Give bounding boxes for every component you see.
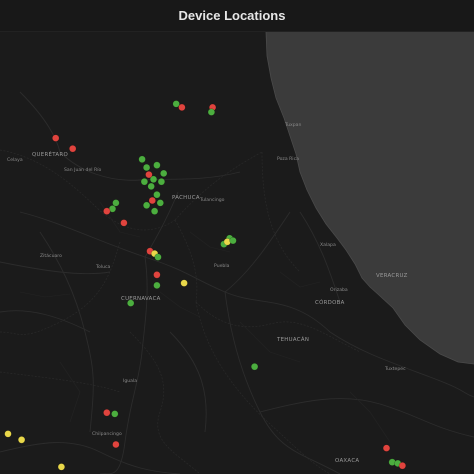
device-marker-green[interactable] [160, 169, 168, 178]
place-label: Xalapa [320, 242, 336, 248]
device-marker-green[interactable] [153, 191, 161, 199]
device-marker-green[interactable] [142, 201, 151, 209]
map-view[interactable]: QUERÉTARO Celaya San Juan del Río PACHUC… [0, 32, 474, 474]
device-marker-red[interactable] [103, 207, 111, 215]
device-marker-yellow[interactable] [17, 436, 26, 444]
place-label: Chilpancingo [92, 431, 122, 437]
device-marker-green[interactable] [112, 199, 120, 207]
device-marker-yellow[interactable] [57, 463, 66, 471]
place-label: OAXACA [335, 458, 359, 464]
device-marker-green[interactable] [154, 253, 162, 261]
device-marker-green[interactable] [153, 161, 161, 169]
place-label: Orizaba [330, 287, 348, 293]
device-marker-green[interactable] [142, 163, 151, 172]
place-label: Celaya [7, 157, 23, 163]
device-marker-red[interactable] [382, 444, 391, 452]
place-label: Tuxpan [284, 122, 301, 128]
device-marker-red[interactable] [69, 145, 77, 153]
device-marker-green[interactable] [140, 178, 149, 186]
device-marker-green[interactable] [111, 410, 119, 418]
device-marker-green[interactable] [127, 299, 135, 307]
device-marker-red[interactable] [398, 462, 407, 470]
place-label: Zitácuaro [40, 252, 62, 259]
device-marker-red[interactable] [178, 103, 186, 112]
place-label: QUERÉTARO [32, 150, 68, 158]
panel-header[interactable]: Device Locations [0, 0, 474, 32]
device-marker-red[interactable] [103, 409, 111, 417]
place-label: Iguala [123, 378, 137, 384]
place-label: Tuxtepec [384, 366, 406, 372]
device-marker-green[interactable] [150, 207, 159, 215]
device-marker-green[interactable] [153, 281, 161, 290]
device-marker-red[interactable] [153, 271, 161, 279]
device-marker-green[interactable] [138, 155, 146, 163]
place-label: CUERNAVACA [121, 296, 161, 302]
device-marker-yellow[interactable] [4, 430, 12, 438]
device-marker-red[interactable] [52, 134, 60, 142]
device-marker-green[interactable] [157, 178, 166, 186]
device-marker-green[interactable] [156, 199, 164, 207]
device-marker-red[interactable] [112, 440, 120, 449]
place-label: PACHUCA [172, 195, 200, 201]
panel-title: Device Locations [178, 8, 286, 23]
place-label: Poza Rica [277, 156, 299, 162]
device-marker-yellow[interactable] [180, 279, 188, 287]
device-marker-green[interactable] [229, 236, 237, 245]
place-label: Puebla [214, 263, 230, 269]
device-marker-red[interactable] [145, 170, 153, 179]
place-label: Toluca [95, 264, 111, 270]
place-label: San Juan del Río [64, 166, 102, 173]
place-label: Tulancingo [199, 197, 225, 203]
place-label: VERACRUZ [376, 273, 408, 279]
map-canvas[interactable]: QUERÉTARO Celaya San Juan del Río PACHUC… [0, 32, 474, 474]
device-marker-green[interactable] [250, 363, 259, 371]
place-label: CÓRDOBA [315, 299, 345, 306]
device-marker-red[interactable] [120, 219, 128, 227]
device-marker-green[interactable] [147, 182, 155, 191]
device-marker-green[interactable] [207, 108, 216, 116]
device-marker-red[interactable] [148, 196, 156, 205]
device-locations-panel: Device Locations QUERÉTARO Celaya San Ju… [0, 0, 474, 474]
place-label: TEHUACÁN [276, 336, 309, 343]
